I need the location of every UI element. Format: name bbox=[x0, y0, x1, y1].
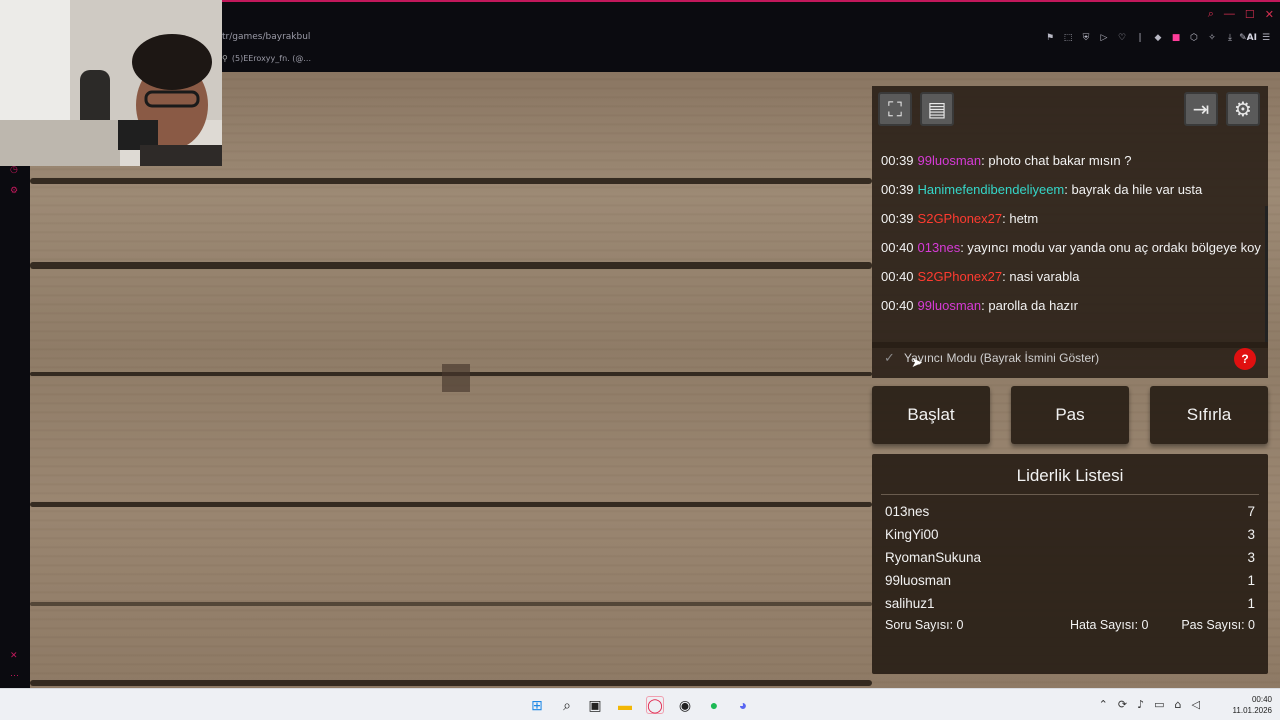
screen: tr/games/bayrakbul ⚲ (5)EEroxyy_fn. (@...… bbox=[0, 0, 1280, 720]
chat-username: S2GPhonex27 bbox=[917, 211, 1003, 226]
search-icon[interactable]: ⌕ bbox=[558, 696, 576, 714]
chat-username: 99luosman bbox=[917, 153, 982, 168]
wood-grain bbox=[30, 680, 872, 686]
discord-icon[interactable]: ◕ bbox=[734, 696, 752, 714]
chat-message: 00:40 S2GPhonex27: nasi varabla bbox=[881, 269, 1080, 284]
leaderboard-row: 99luosman 1 bbox=[885, 573, 1255, 588]
sep-icon: | bbox=[1138, 33, 1142, 43]
file-explorer-icon[interactable]: ▬ bbox=[616, 696, 634, 714]
chat-username: 013nes bbox=[917, 240, 961, 255]
taskbar: ⊞ ⌕ ▣ ▬ ◯ ◉ ● ◕ ⌃ ⟳ ♪ ▭ ⌂ ◁ 00:40 11.01.… bbox=[0, 688, 1280, 720]
game-stats: Soru Sayısı: 0 Hata Sayısı: 0 Pas Sayısı… bbox=[885, 614, 1255, 637]
fullscreen-icon[interactable]: ⛶ bbox=[878, 92, 912, 126]
webcam-overlay bbox=[0, 0, 222, 166]
opera-gx-icon[interactable]: ◯ bbox=[646, 696, 664, 714]
spotify-icon[interactable]: ● bbox=[705, 696, 723, 714]
leaderboard-row: salihuz1 1 bbox=[885, 596, 1255, 611]
browser-tab[interactable]: ⚲ (5)EEroxyy_fn. (@... bbox=[222, 54, 311, 63]
chat-username: Hanimefendibendeliyeem bbox=[917, 182, 1065, 197]
mouse-cursor-icon: ➤ bbox=[911, 355, 923, 371]
settings-icon[interactable]: ⚙ bbox=[1226, 92, 1260, 126]
system-clock[interactable]: 00:40 11.01.2026 bbox=[1233, 694, 1272, 716]
volume-icon[interactable]: ◁ bbox=[1192, 698, 1200, 711]
obs-icon[interactable]: ◉ bbox=[676, 696, 694, 714]
microphone-icon[interactable]: ♪ bbox=[1137, 698, 1144, 711]
chat-message: 00:39 Hanimefendibendeliyeem: bayrak da h… bbox=[881, 182, 1203, 197]
gx-icon[interactable]: ✕ bbox=[10, 650, 20, 660]
wood-grain bbox=[30, 178, 872, 184]
extensions-icon[interactable]: ⬡ bbox=[1188, 32, 1200, 44]
clock-date: 11.01.2026 bbox=[1232, 706, 1272, 715]
network-icon[interactable]: ⌂ bbox=[1175, 698, 1182, 711]
document-icon[interactable]: ▤ bbox=[920, 92, 954, 126]
streamer-mode-checkbox[interactable]: ✓ bbox=[884, 351, 895, 366]
sync-icon[interactable]: ⟳ bbox=[1118, 698, 1127, 711]
display-icon[interactable]: ▭ bbox=[1154, 698, 1164, 711]
chat-panel: ⛶ ▤ ⇥ ⚙ 00:39 99luosman: photo chat bakar… bbox=[872, 86, 1268, 348]
leaderboard-rows: 013nes 7 KingYi00 3 RyomanSukuna 3 99luosma… bbox=[885, 500, 1255, 615]
puzzle-icon[interactable]: ✧ bbox=[1206, 32, 1218, 44]
streamer-mode-row: ✓ Yayıncı Modu (Bayrak İsmini Göster) ? bbox=[872, 342, 1268, 378]
download-icon[interactable]: ⤓ bbox=[1224, 32, 1236, 44]
ai-icon[interactable]: ✎ AI bbox=[1239, 32, 1257, 44]
task-view-icon[interactable]: ▣ bbox=[586, 696, 604, 714]
chat-message: 00:40 013nes: yayıncı modu var yanda onu … bbox=[881, 240, 1261, 255]
wood-grain bbox=[30, 262, 872, 269]
help-button[interactable]: ? bbox=[1234, 348, 1256, 370]
wood-grain bbox=[30, 602, 872, 606]
reset-button[interactable]: Sıfırla bbox=[1150, 386, 1268, 444]
exit-icon[interactable]: ⇥ bbox=[1184, 92, 1218, 126]
error-count: Hata Sayısı: 0 bbox=[1070, 618, 1149, 632]
question-count: Soru Sayısı: 0 bbox=[885, 618, 964, 632]
leaderboard-row: RyomanSukuna 3 bbox=[885, 550, 1255, 565]
chat-message: 00:39 99luosman: photo chat bakar mısın ? bbox=[881, 153, 1132, 168]
more-icon[interactable]: ⋯ bbox=[10, 670, 20, 680]
chat-messages: 00:39 99luosman: photo chat bakar mısın ?… bbox=[881, 146, 1261, 320]
leaderboard-title: Liderlik Listesi bbox=[1016, 466, 1124, 485]
divider bbox=[881, 494, 1259, 495]
address-bar-url[interactable]: tr/games/bayrakbul bbox=[222, 32, 310, 42]
game-side-panel: ⛶ ▤ ⇥ ⚙ 00:39 99luosman: photo chat bakar… bbox=[872, 72, 1280, 688]
streamer-mode-label[interactable]: Yayıncı Modu (Bayrak İsmini Göster) bbox=[904, 351, 1099, 365]
start-button[interactable]: Başlat bbox=[872, 386, 990, 444]
chat-message: 00:39 S2GPhonex27: hetm bbox=[881, 211, 1039, 226]
leaderboard-row: 013nes 7 bbox=[885, 504, 1255, 519]
chevron-up-icon[interactable]: ⌃ bbox=[1099, 698, 1108, 711]
leaderboard-row: KingYi00 3 bbox=[885, 527, 1255, 542]
browser-toolbar: ⚑ ⬚ ⛨ ▷ ♡ | ◆ ■ ⬡ ✧ ⤓ ✎ AI ☰ bbox=[1044, 32, 1272, 44]
bookmark-icon[interactable]: ⚑ bbox=[1044, 32, 1056, 44]
wood-grain bbox=[30, 502, 872, 507]
windows-start-icon[interactable]: ⊞ bbox=[528, 696, 546, 714]
chat-username: S2GPhonex27 bbox=[917, 269, 1003, 284]
extension-icon[interactable]: ◆ bbox=[1152, 32, 1164, 44]
webcam-image bbox=[0, 0, 222, 166]
clock-time: 00:40 bbox=[1251, 695, 1272, 704]
heart-icon[interactable]: ♡ bbox=[1116, 32, 1128, 44]
leaderboard: Liderlik Listesi 013nes 7 KingYi00 3 Ryoma… bbox=[872, 454, 1268, 674]
screenshot-icon[interactable]: ⬚ bbox=[1062, 32, 1074, 44]
tab-title: (5)EEroxyy_fn. (@... bbox=[231, 54, 311, 63]
chat-message: 00:40 99luosman: parolla da hazır bbox=[881, 298, 1078, 313]
play-icon[interactable]: ▷ bbox=[1098, 32, 1110, 44]
minimize-icon[interactable]: — bbox=[1224, 8, 1235, 21]
pass-button[interactable]: Pas bbox=[1011, 386, 1129, 444]
pass-count: Pas Sayısı: 0 bbox=[1181, 618, 1255, 632]
window-controls: ⌕ — ☐ ✕ bbox=[1208, 8, 1274, 21]
pin-icon: ⚲ bbox=[222, 54, 228, 63]
search-icon[interactable]: ⌕ bbox=[1208, 8, 1214, 21]
chat-scrollbar[interactable] bbox=[1265, 206, 1268, 346]
settings-icon[interactable]: ⚙ bbox=[10, 185, 20, 195]
system-tray: ⌃ ⟳ ♪ ▭ ⌂ ◁ bbox=[1099, 698, 1200, 711]
flag-image-placeholder bbox=[442, 364, 470, 392]
close-icon[interactable]: ✕ bbox=[1265, 8, 1274, 21]
menu-icon[interactable]: ☰ bbox=[1260, 32, 1272, 44]
chat-username: 99luosman bbox=[917, 298, 982, 313]
shield-icon[interactable]: ⛨ bbox=[1080, 32, 1092, 44]
maximize-icon[interactable]: ☐ bbox=[1245, 8, 1255, 21]
extension-pink-icon[interactable]: ■ bbox=[1170, 32, 1182, 44]
